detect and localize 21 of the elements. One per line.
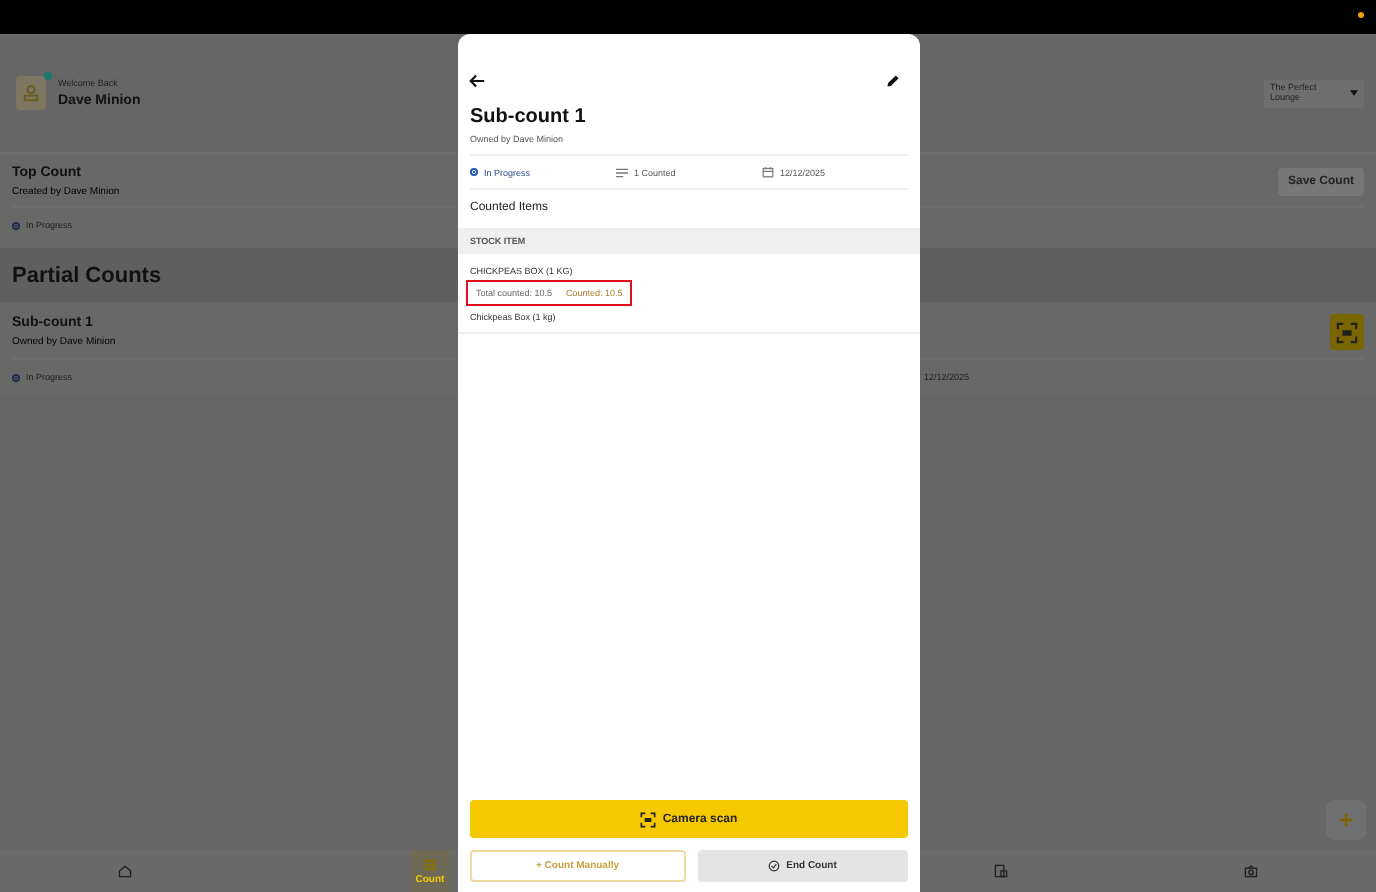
section-title: Partial Counts bbox=[12, 263, 162, 287]
status-icon bbox=[12, 373, 20, 381]
check-circle-icon bbox=[768, 860, 781, 872]
status-icon bbox=[12, 221, 20, 229]
scan-icon bbox=[640, 811, 657, 827]
status-icon bbox=[470, 168, 478, 176]
caret-icon bbox=[1350, 90, 1358, 96]
modal-title: Sub-count 1 bbox=[468, 104, 588, 128]
scan-icon bbox=[1336, 321, 1358, 343]
camera-icon bbox=[1243, 864, 1257, 878]
grid-icon bbox=[422, 857, 438, 871]
person-icon bbox=[22, 84, 40, 102]
notification-dot-icon bbox=[1358, 12, 1364, 18]
calendar-icon bbox=[762, 166, 774, 178]
home-icon bbox=[117, 864, 131, 878]
plus-icon bbox=[1338, 812, 1354, 828]
edit-icon[interactable] bbox=[886, 74, 900, 88]
boxes-icon bbox=[993, 864, 1007, 878]
scan-button[interactable] bbox=[1330, 314, 1364, 350]
back-arrow-icon[interactable] bbox=[468, 72, 486, 90]
list-icon bbox=[616, 167, 628, 177]
